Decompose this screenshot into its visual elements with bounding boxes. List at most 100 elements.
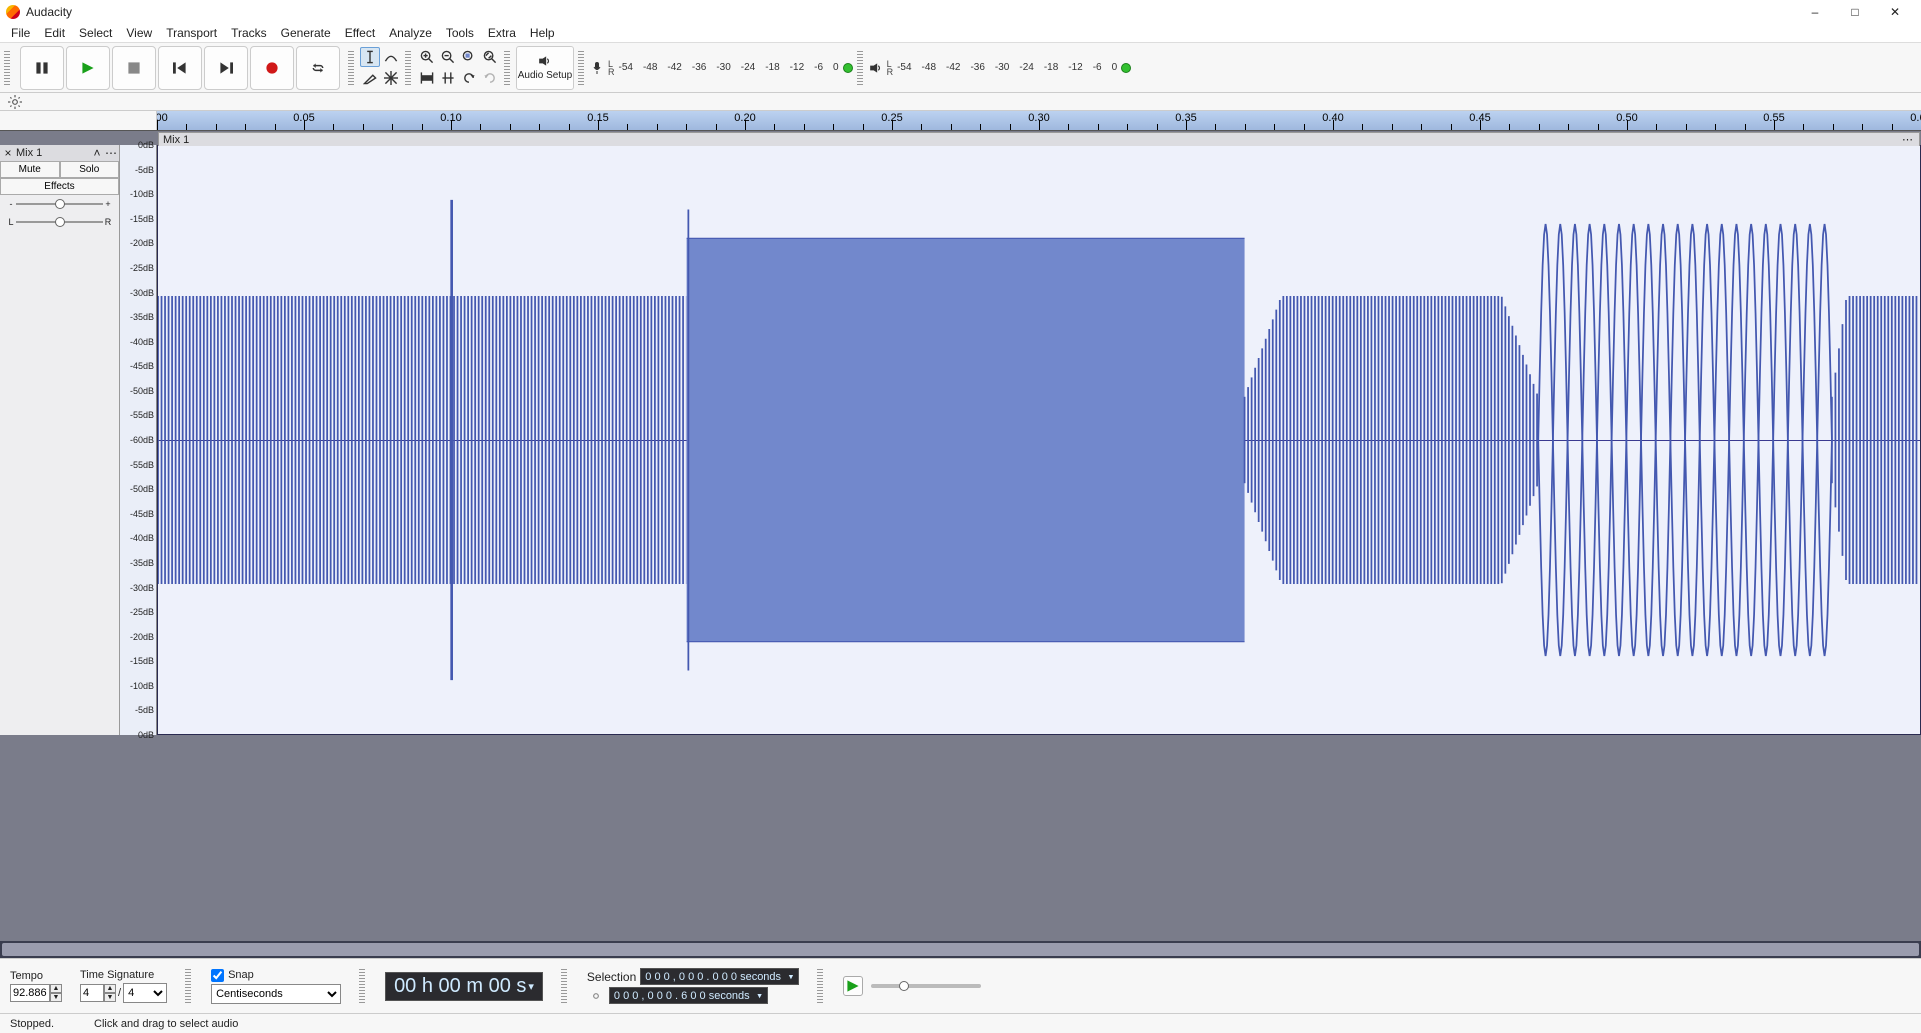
undo-button[interactable]	[459, 68, 479, 88]
clip-header[interactable]: Mix 1 ⋯	[158, 132, 1920, 146]
toolbar-grip[interactable]	[578, 51, 584, 85]
menu-tools[interactable]: Tools	[439, 24, 481, 42]
tempo-field[interactable]	[10, 984, 50, 1002]
skip-start-button[interactable]	[158, 46, 202, 90]
toolbar-grip[interactable]	[4, 51, 10, 85]
transport-toolbar	[16, 46, 344, 90]
toolbar-grip[interactable]	[405, 51, 411, 85]
timesig-den-select[interactable]: 4	[123, 983, 167, 1003]
title-bar: Audacity – □ ✕	[0, 0, 1921, 23]
selection-start-display[interactable]: 0 0 0 , 0 0 0 . 0 0 0 seconds ▾	[640, 968, 799, 985]
skip-end-button[interactable]	[204, 46, 248, 90]
envelope-tool-button[interactable]	[381, 47, 401, 67]
audio-setup-label: Audio Setup	[518, 70, 573, 81]
main-time-display[interactable]: 00 h 00 m 00 s▾	[385, 972, 543, 1001]
snap-unit-select[interactable]: Centiseconds	[211, 984, 341, 1004]
menu-bar: File Edit Select View Transport Tracks G…	[0, 23, 1921, 43]
toolbar-grip[interactable]	[857, 51, 863, 85]
play-button[interactable]	[66, 46, 110, 90]
clip-menu-button[interactable]: ⋯	[1902, 133, 1915, 146]
solo-button[interactable]: Solo	[60, 161, 120, 178]
speaker-icon	[538, 54, 552, 68]
toolbar-grip[interactable]	[185, 969, 191, 1003]
record-button[interactable]	[250, 46, 294, 90]
fit-selection-button[interactable]	[459, 47, 479, 67]
tempo-down-button[interactable]: ▼	[50, 993, 62, 1002]
timesig-num-input[interactable]: ▲▼	[80, 984, 116, 1002]
track-menu-button[interactable]: ⋯	[105, 147, 117, 159]
draw-tool-button[interactable]	[360, 68, 380, 88]
track-collapse-button[interactable]: ˄	[91, 147, 103, 159]
menu-generate[interactable]: Generate	[274, 24, 338, 42]
menu-tracks[interactable]: Tracks	[224, 24, 274, 42]
toolbar-grip[interactable]	[561, 969, 567, 1003]
loop-button[interactable]	[296, 46, 340, 90]
microphone-icon	[590, 61, 604, 75]
zoom-in-button[interactable]	[417, 47, 437, 67]
menu-effect[interactable]: Effect	[338, 24, 382, 42]
playback-meter[interactable]: L R -54-48-42-36-30-24-18-12-60	[869, 60, 1132, 76]
maximize-button[interactable]: □	[1835, 0, 1875, 23]
selection-label: Selection	[587, 970, 636, 984]
pause-button[interactable]	[20, 46, 64, 90]
waveform-canvas[interactable]: Mix 1 ⋯	[157, 145, 1921, 735]
menu-help[interactable]: Help	[523, 24, 562, 42]
tempo-input[interactable]: ▲▼	[10, 984, 62, 1002]
selection-end-display[interactable]: 0 0 0 , 0 0 0 . 6 0 0 seconds ▾	[609, 987, 768, 1004]
recording-meter[interactable]: L R -54-48-42-36-30-24-18-12-60	[590, 60, 853, 76]
selection-settings-button[interactable]	[587, 988, 605, 1004]
tempo-up-button[interactable]: ▲	[50, 984, 62, 993]
rec-clip-indicator-icon	[843, 63, 853, 73]
toolbar-row: Audio Setup L R -54-48-42-36-30-24-18-12…	[0, 43, 1921, 93]
speaker-icon	[869, 61, 883, 75]
menu-view[interactable]: View	[119, 24, 159, 42]
tempo-label: Tempo	[10, 970, 62, 982]
play-meter-scale: -54-48-42-36-30-24-18-12-60	[897, 62, 1117, 73]
timeline-ruler-row: 0.000.050.100.150.200.250.300.350.400.45…	[0, 111, 1921, 131]
horizontal-scrollbar[interactable]	[0, 941, 1921, 958]
stop-button[interactable]	[112, 46, 156, 90]
multi-tool-button[interactable]	[381, 68, 401, 88]
menu-select[interactable]: Select	[72, 24, 119, 42]
menu-extra[interactable]: Extra	[481, 24, 523, 42]
toolbar-grip[interactable]	[817, 969, 823, 1003]
clip-name-label: Mix 1	[163, 134, 189, 146]
close-button[interactable]: ✕	[1875, 0, 1915, 23]
gear-icon	[589, 989, 603, 1003]
menu-edit[interactable]: Edit	[37, 24, 72, 42]
timesig-label: Time Signature	[80, 969, 167, 981]
timeline-options-bar	[0, 93, 1921, 111]
mute-button[interactable]: Mute	[0, 161, 60, 178]
track-close-button[interactable]: ×	[2, 147, 14, 159]
snap-toggle[interactable]: Snap	[211, 969, 341, 982]
silence-button[interactable]	[438, 68, 458, 88]
minimize-button[interactable]: –	[1795, 0, 1835, 23]
pan-slider[interactable]: L R	[0, 213, 119, 231]
audio-setup-button[interactable]: Audio Setup	[516, 46, 574, 90]
toolbar-grip[interactable]	[359, 969, 365, 1003]
status-bar: Stopped. Click and drag to select audio	[0, 1013, 1921, 1033]
timeline-settings-button[interactable]	[6, 94, 24, 110]
timeline-ruler[interactable]: 0.000.050.100.150.200.250.300.350.400.45…	[157, 111, 1921, 130]
toolbar-grip[interactable]	[348, 51, 354, 85]
effects-button[interactable]: Effects	[0, 178, 119, 195]
app-logo-icon	[6, 5, 20, 19]
track-control-panel[interactable]: × Mix 1 ˄ ⋯ Mute Solo Effects - + L R	[0, 145, 120, 735]
menu-transport[interactable]: Transport	[159, 24, 224, 42]
fit-project-button[interactable]	[480, 47, 500, 67]
trim-button[interactable]	[417, 68, 437, 88]
play-channel-label: L R	[887, 60, 894, 76]
gear-icon	[8, 95, 22, 109]
play-at-speed-button[interactable]	[843, 976, 863, 996]
selection-tool-button[interactable]	[360, 47, 380, 67]
playback-speed-slider[interactable]	[871, 984, 981, 988]
zoom-out-button[interactable]	[438, 47, 458, 67]
ruler-corner	[0, 111, 157, 130]
menu-file[interactable]: File	[4, 24, 37, 42]
menu-analyze[interactable]: Analyze	[382, 24, 439, 42]
edit-toolbar	[417, 47, 500, 88]
redo-button[interactable]	[480, 68, 500, 88]
toolbar-grip[interactable]	[504, 51, 510, 85]
gain-slider[interactable]: - +	[0, 195, 119, 213]
snap-checkbox[interactable]	[211, 969, 224, 982]
